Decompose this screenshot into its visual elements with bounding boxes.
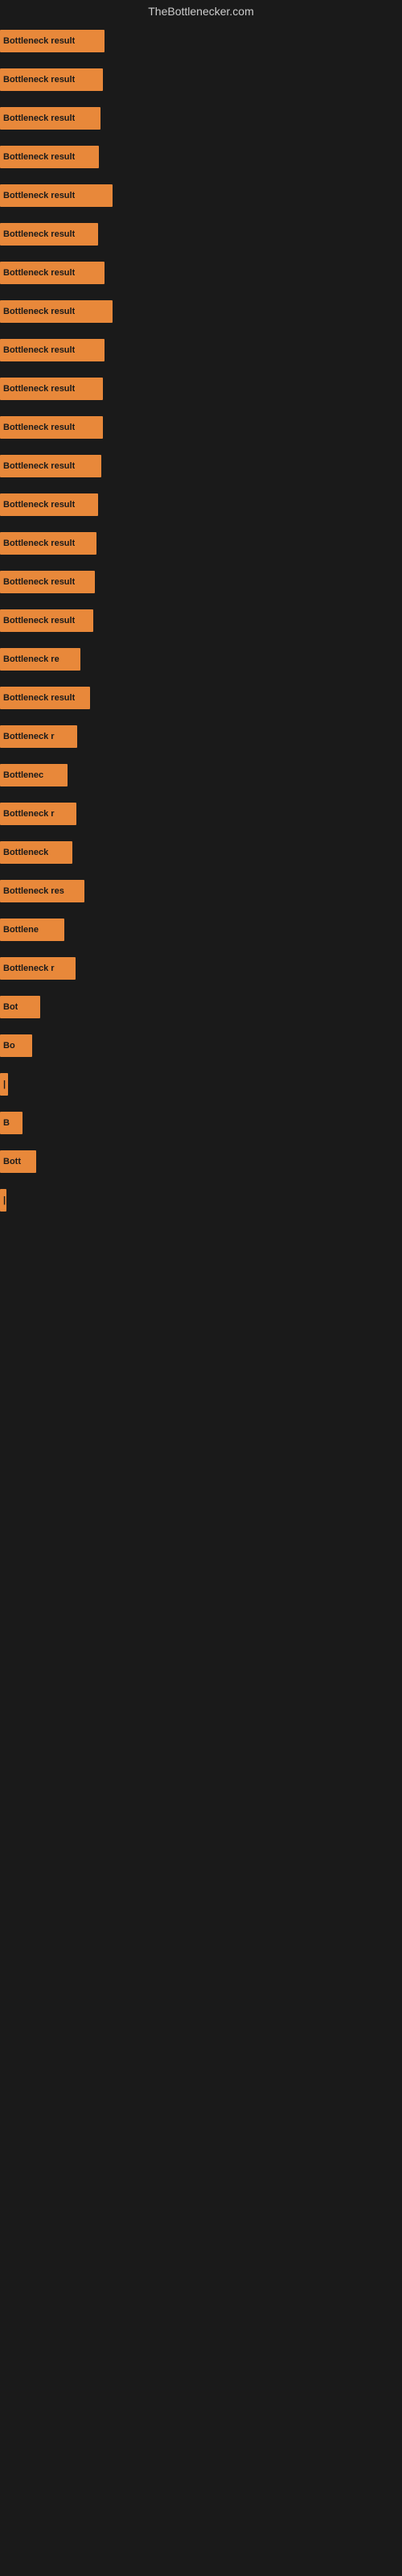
- bar-row: B: [0, 1104, 402, 1141]
- bottleneck-bar: Bottleneck res: [0, 880, 84, 902]
- bottleneck-bar: Bottleneck result: [0, 107, 100, 130]
- bottleneck-bar: Bo: [0, 1034, 32, 1057]
- bar-row: Bottleneck r: [0, 950, 402, 987]
- bar-label: Bo: [3, 1041, 15, 1051]
- bar-label: Bottleneck result: [3, 384, 75, 394]
- bottleneck-bar: Bottleneck result: [0, 571, 95, 593]
- bottleneck-bar: Bottlenec: [0, 764, 68, 786]
- bar-label: Bottleneck result: [3, 423, 75, 432]
- bar-row: Bottleneck result: [0, 409, 402, 446]
- bar-row: Bottleneck result: [0, 564, 402, 601]
- bar-label: Bottleneck result: [3, 36, 75, 46]
- bottleneck-bar: |: [0, 1073, 8, 1096]
- bar-label: Bottleneck res: [3, 886, 64, 896]
- bar-row: Bottleneck res: [0, 873, 402, 910]
- bar-label: Bottleneck result: [3, 577, 75, 587]
- bar-label: Bottleneck result: [3, 307, 75, 316]
- bottleneck-bar: Bottleneck re: [0, 648, 80, 671]
- bar-row: Bot: [0, 989, 402, 1026]
- bottleneck-bar: Bottlene: [0, 919, 64, 941]
- bottleneck-bar: Bottleneck result: [0, 30, 105, 52]
- bar-row: Bottleneck r: [0, 795, 402, 832]
- bar-label: Bottleneck r: [3, 809, 55, 819]
- bar-label: |: [3, 1080, 6, 1089]
- bar-label: Bottleneck: [3, 848, 48, 857]
- bar-row: Bottleneck re: [0, 641, 402, 678]
- bar-row: Bottleneck result: [0, 332, 402, 369]
- bar-row: Bottlene: [0, 911, 402, 948]
- bar-label: Bottleneck result: [3, 152, 75, 162]
- bar-row: Bottleneck result: [0, 486, 402, 523]
- bottleneck-bar: Bottleneck result: [0, 68, 103, 91]
- bar-row: Bottleneck result: [0, 61, 402, 98]
- bar-row: Bottleneck result: [0, 254, 402, 291]
- bottleneck-bar: Bottleneck result: [0, 339, 105, 361]
- bar-label: |: [3, 1195, 6, 1205]
- bar-row: Bottleneck result: [0, 177, 402, 214]
- bar-row: Bottleneck result: [0, 370, 402, 407]
- bar-label: Bottleneck result: [3, 616, 75, 625]
- bottleneck-bar: |: [0, 1189, 6, 1212]
- bar-label: Bottleneck result: [3, 114, 75, 123]
- bottleneck-bar: Bottleneck r: [0, 725, 77, 748]
- bottleneck-bar: Bottleneck result: [0, 223, 98, 246]
- bar-row: Bottleneck result: [0, 679, 402, 716]
- bottleneck-bar: Bot: [0, 996, 40, 1018]
- bar-row: Bo: [0, 1027, 402, 1064]
- bar-row: Bottleneck result: [0, 100, 402, 137]
- bar-label: Bott: [3, 1157, 21, 1166]
- bar-label: Bottleneck result: [3, 345, 75, 355]
- bottleneck-bar: Bottleneck result: [0, 455, 101, 477]
- bar-label: Bottleneck result: [3, 191, 75, 200]
- bar-label: Bottleneck r: [3, 964, 55, 973]
- bottleneck-bar: Bottleneck result: [0, 184, 113, 207]
- bar-row: Bottleneck result: [0, 602, 402, 639]
- bar-label: Bottleneck result: [3, 461, 75, 471]
- bar-label: Bottlene: [3, 925, 39, 935]
- bottleneck-bar: Bottleneck result: [0, 146, 99, 168]
- bar-row: Bottlenec: [0, 757, 402, 794]
- bottleneck-bar: Bottleneck: [0, 841, 72, 864]
- bar-row: Bottleneck result: [0, 293, 402, 330]
- bar-label: Bot: [3, 1002, 18, 1012]
- bar-label: Bottleneck re: [3, 654, 59, 664]
- bar-label: B: [3, 1118, 10, 1128]
- bottleneck-bar: Bottleneck result: [0, 532, 96, 555]
- bottleneck-bar: Bottleneck r: [0, 957, 76, 980]
- bar-row: Bottleneck r: [0, 718, 402, 755]
- bottleneck-bar: Bott: [0, 1150, 36, 1173]
- bar-label: Bottleneck result: [3, 75, 75, 85]
- bottleneck-bar: Bottleneck result: [0, 262, 105, 284]
- bar-row: Bottleneck result: [0, 525, 402, 562]
- bar-label: Bottleneck result: [3, 500, 75, 510]
- bar-row: Bottleneck result: [0, 448, 402, 485]
- bar-label: Bottleneck result: [3, 268, 75, 278]
- bottleneck-bar: Bottleneck result: [0, 416, 103, 439]
- bar-row: Bott: [0, 1143, 402, 1180]
- bar-label: Bottlenec: [3, 770, 43, 780]
- bar-row: Bottleneck: [0, 834, 402, 871]
- bottleneck-bar: Bottleneck result: [0, 687, 90, 709]
- bar-row: Bottleneck result: [0, 23, 402, 60]
- bar-label: Bottleneck result: [3, 539, 75, 548]
- bar-label: Bottleneck r: [3, 732, 55, 741]
- bottleneck-bar: Bottleneck result: [0, 378, 103, 400]
- bar-row: Bottleneck result: [0, 138, 402, 175]
- bottleneck-bar: Bottleneck r: [0, 803, 76, 825]
- bar-row: |: [0, 1182, 402, 1219]
- site-title: TheBottlenecker.com: [0, 0, 402, 23]
- bottleneck-bar: Bottleneck result: [0, 493, 98, 516]
- bar-row: |: [0, 1066, 402, 1103]
- bar-label: Bottleneck result: [3, 693, 75, 703]
- bar-label: Bottleneck result: [3, 229, 75, 239]
- bottleneck-bar: Bottleneck result: [0, 609, 93, 632]
- bottleneck-bar: B: [0, 1112, 23, 1134]
- bottleneck-bar: Bottleneck result: [0, 300, 113, 323]
- bar-row: Bottleneck result: [0, 216, 402, 253]
